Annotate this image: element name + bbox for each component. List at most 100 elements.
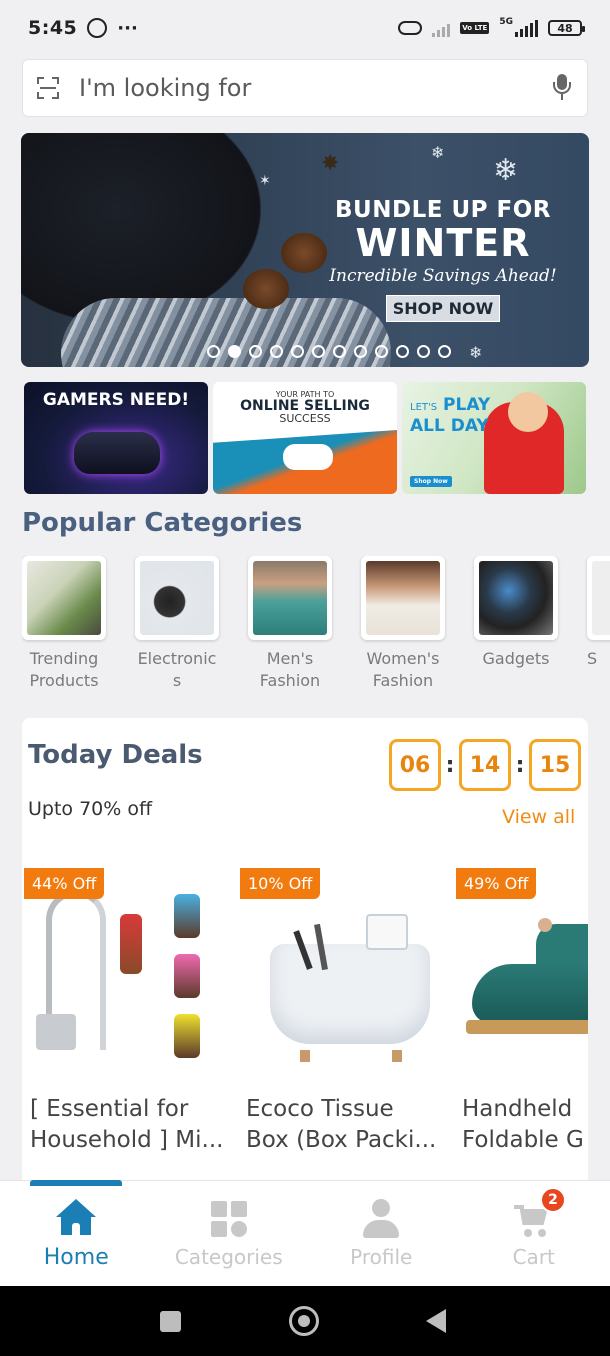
deal-product-card[interactable]: 44% Off [ Essential for Household ] Mi..… xyxy=(22,868,238,1188)
home-icon xyxy=(56,1199,97,1239)
hero-line2: WINTER xyxy=(355,221,531,265)
discount-badge: 44% Off xyxy=(24,868,105,899)
recents-button-icon[interactable] xyxy=(160,1311,181,1332)
category-label: Gadgets xyxy=(482,649,550,668)
pine-cone-image xyxy=(281,233,327,273)
star-icon: ✶ xyxy=(259,173,271,189)
product-name-line1: Handheld xyxy=(462,1096,573,1122)
star-anise-icon: ✸ xyxy=(321,151,340,176)
system-navigation-bar xyxy=(0,1286,610,1356)
today-deals-card: Today Deals 06 : 14 : 15 Upto 70% off Vi… xyxy=(22,718,588,1188)
category-thumb xyxy=(135,556,219,640)
carousel-dot[interactable] xyxy=(375,345,388,358)
scan-icon[interactable] xyxy=(37,77,59,99)
vr-headset-image xyxy=(74,432,160,474)
carousel-dot[interactable] xyxy=(396,345,409,358)
category-thumb xyxy=(474,556,558,640)
kid-head-image xyxy=(508,392,548,432)
category-gadgets[interactable]: Gadgets xyxy=(474,556,558,670)
product-name: Handheld Foldable G xyxy=(462,1094,588,1156)
timer-seconds: 15 xyxy=(529,739,581,791)
category-thumb xyxy=(248,556,332,640)
promo-play-all-day[interactable]: LET'S PLAY ALL DAY Shop Now xyxy=(402,382,586,494)
product-name-line1: [ Essential for xyxy=(30,1096,189,1122)
carousel-dot[interactable] xyxy=(228,345,241,358)
search-bar[interactable] xyxy=(22,59,588,117)
categories-row[interactable]: Trending Products Electronics Men's Fash… xyxy=(22,556,610,696)
timer-separator: : xyxy=(515,752,525,778)
whatsapp-icon xyxy=(87,18,108,38)
category-womens-fashion[interactable]: Women's Fashion xyxy=(361,556,445,692)
promo-gamers-title: GAMERS NEED! xyxy=(42,390,190,410)
deal-product-card[interactable]: 10% Off Ecoco Tissue Box (Box Packi... xyxy=(238,868,454,1188)
nav-cart[interactable]: Cart xyxy=(458,1181,610,1286)
promo-selling-sub: SUCCESS xyxy=(279,412,331,425)
carousel-dot[interactable] xyxy=(207,345,220,358)
carousel-indicator[interactable] xyxy=(207,345,451,358)
category-electronics[interactable]: Electronics xyxy=(135,556,219,692)
battery-icon: 48 xyxy=(548,20,585,36)
search-input[interactable] xyxy=(79,74,551,102)
timer-separator: : xyxy=(445,752,455,778)
discount-badge: 49% Off xyxy=(456,868,537,899)
deal-add-button-partial xyxy=(30,1180,122,1186)
hero-banner[interactable]: ❄ ❄ ✶ ✸ ❄ BUNDLE UP FOR WINTER Incredibl… xyxy=(21,133,589,367)
carousel-dot[interactable] xyxy=(291,345,304,358)
promo-gamers[interactable]: GAMERS NEED! xyxy=(24,382,208,494)
carousel-dot[interactable] xyxy=(270,345,283,358)
carousel-dot[interactable] xyxy=(354,345,367,358)
timer-minutes: 14 xyxy=(459,739,511,791)
product-name-line2: Foldable G xyxy=(462,1127,584,1153)
snowflake-icon: ❄ xyxy=(493,153,519,188)
category-label: Men's Fashion xyxy=(259,649,321,690)
hero-text: BUNDLE UP FOR WINTER Incredible Savings … xyxy=(323,197,563,322)
carousel-dot[interactable] xyxy=(438,345,451,358)
timer-hours: 06 xyxy=(389,739,441,791)
category-partial[interactable]: S xyxy=(587,556,610,670)
popular-categories-title: Popular Categories xyxy=(22,508,303,538)
category-thumb xyxy=(587,556,610,640)
home-button-icon[interactable] xyxy=(289,1306,319,1336)
promo-play-title: LET'S PLAY ALL DAY xyxy=(410,396,490,436)
carousel-dot[interactable] xyxy=(333,345,346,358)
categories-grid-icon xyxy=(209,1199,249,1239)
nav-categories-label: Categories xyxy=(174,1245,283,1269)
carousel-dot[interactable] xyxy=(312,345,325,358)
volte-icon: Vo LTE xyxy=(460,22,490,34)
carousel-dot[interactable] xyxy=(249,345,262,358)
user-icon xyxy=(361,1199,401,1239)
promo-online-selling[interactable]: YOUR PATH TO ONLINE SELLING SUCCESS xyxy=(213,382,397,494)
network-type-label: 5G xyxy=(499,17,513,27)
product-name: Ecoco Tissue Box (Box Packi... xyxy=(246,1094,452,1156)
nav-categories[interactable]: Categories xyxy=(153,1181,306,1286)
today-deals-subtitle: Upto 70% off xyxy=(28,798,153,820)
nav-home[interactable]: Home xyxy=(0,1181,153,1286)
cart-count-badge: 2 xyxy=(540,1187,566,1213)
deal-countdown-timer: 06 : 14 : 15 xyxy=(389,739,581,791)
category-label: Women's Fashion xyxy=(366,649,440,690)
category-label: S xyxy=(587,649,598,668)
status-icons: Vo LTE 5G 48 xyxy=(398,17,585,37)
nav-profile[interactable]: Profile xyxy=(305,1181,458,1286)
bottom-navigation: Home Categories Profile Cart xyxy=(0,1180,610,1286)
category-thumb xyxy=(361,556,445,640)
hotspot-link-icon xyxy=(398,21,423,35)
category-mens-fashion[interactable]: Men's Fashion xyxy=(248,556,332,692)
view-all-link[interactable]: View all xyxy=(502,806,575,828)
product-image-tissue-box xyxy=(240,874,440,1074)
today-deals-title: Today Deals xyxy=(28,740,203,770)
signal-weak-icon xyxy=(432,19,451,37)
product-name-line1: Ecoco Tissue xyxy=(246,1096,394,1122)
promo-play-shop-now-button[interactable]: Shop Now xyxy=(410,476,452,487)
carousel-dot[interactable] xyxy=(417,345,430,358)
hero-shop-now-button[interactable]: SHOP NOW xyxy=(385,295,501,322)
pine-cone-image xyxy=(243,269,289,309)
hero-line1: BUNDLE UP FOR xyxy=(335,197,551,223)
status-time: 5:45 xyxy=(28,17,78,39)
category-trending-products[interactable]: Trending Products xyxy=(22,556,106,692)
back-button-icon[interactable] xyxy=(426,1309,446,1333)
deal-product-card[interactable]: 49% Off Handheld Foldable G xyxy=(454,868,588,1188)
snowflake-icon: ❄ xyxy=(469,343,483,362)
microphone-icon[interactable] xyxy=(551,74,573,102)
status-bar: 5:45 ··· Vo LTE 5G 48 xyxy=(0,0,610,56)
